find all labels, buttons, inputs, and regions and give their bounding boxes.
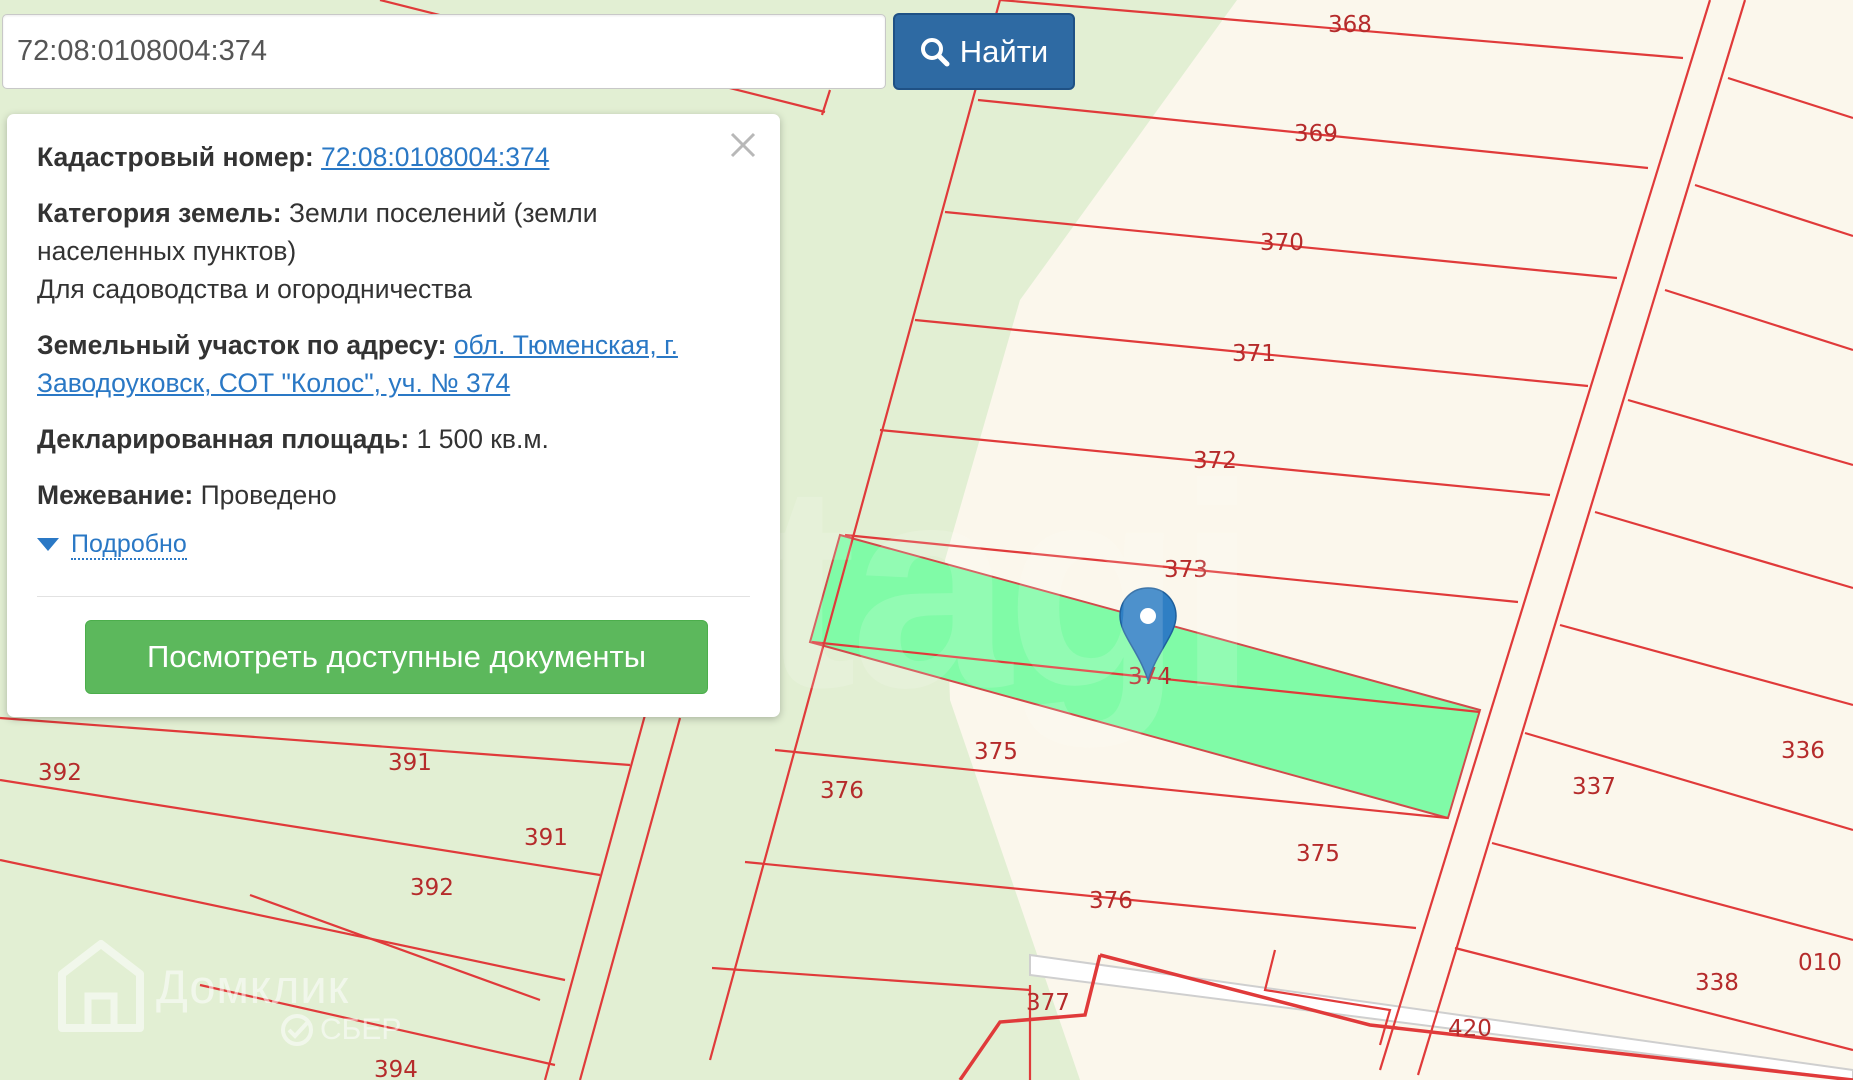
address-link[interactable]: обл. Тюменская, г. bbox=[454, 330, 678, 360]
parcel-info-panel: Кадастровый номер: 72:08:0108004:374 Кат… bbox=[7, 114, 780, 717]
search-button-label: Найти bbox=[959, 33, 1049, 69]
parcel-label: 377 bbox=[1026, 990, 1070, 1016]
land-use: Для садоводства и огородничества bbox=[37, 274, 472, 304]
parcel-label: 391 bbox=[388, 750, 432, 776]
area-row: Декларированная площадь: 1 500 кв.м. bbox=[37, 420, 750, 458]
sber-logo-icon bbox=[281, 1014, 313, 1046]
parcel-label: 368 bbox=[1328, 12, 1372, 38]
parcel-label: 394 bbox=[374, 1057, 418, 1080]
more-details-label: Подробно bbox=[71, 530, 187, 560]
cadastral-number-link[interactable]: 72:08:0108004:374 bbox=[321, 142, 549, 172]
address-label: Земельный участок по адресу: bbox=[37, 330, 447, 360]
parcel-label: 010 bbox=[1798, 950, 1842, 976]
house-logo-icon bbox=[58, 940, 144, 1032]
survey-row: Межевание: Проведено bbox=[37, 476, 750, 514]
parcel-label: 392 bbox=[410, 875, 454, 901]
more-details-link[interactable]: Подробно bbox=[37, 530, 187, 560]
land-category-row: Категория земель: Земли поселений (земли… bbox=[37, 194, 750, 308]
parcel-label: 392 bbox=[38, 760, 82, 786]
parcel-label: 391 bbox=[524, 825, 568, 851]
area-value: 1 500 кв.м. bbox=[416, 424, 549, 454]
land-category-value: Земли поселений (земли bbox=[289, 198, 598, 228]
search-icon bbox=[920, 37, 950, 66]
parcel-label: 370 bbox=[1260, 230, 1304, 256]
survey-label: Межевание: bbox=[37, 480, 194, 510]
cadastral-number-label: Кадастровый номер: bbox=[37, 142, 314, 172]
divider bbox=[37, 596, 750, 597]
sber-watermark: СБЕР bbox=[280, 1013, 401, 1047]
land-category-value-cont: населенных пунктов) bbox=[37, 236, 297, 266]
parcel-label: 369 bbox=[1294, 121, 1338, 147]
parcel-label: 376 bbox=[820, 778, 864, 804]
address-row: Земельный участок по адресу: обл. Тюменс… bbox=[37, 326, 750, 402]
land-category-label: Категория земель: bbox=[37, 198, 282, 228]
watermark-faint: tagi bbox=[760, 424, 1258, 748]
view-documents-button[interactable]: Посмотреть доступные документы bbox=[85, 620, 708, 694]
address-link-cont[interactable]: Заводоуковск, СОТ "Колос", уч. № 374 bbox=[37, 368, 510, 398]
search-input[interactable] bbox=[2, 14, 886, 89]
parcel-label: 375 bbox=[1296, 841, 1340, 867]
parcel-label: 371 bbox=[1232, 341, 1276, 367]
domclick-wordmark: Домклик bbox=[156, 959, 350, 1013]
parcel-label: 336 bbox=[1781, 738, 1825, 764]
cadastral-number-row: Кадастровый номер: 72:08:0108004:374 bbox=[37, 138, 750, 176]
parcel-label: 337 bbox=[1572, 774, 1616, 800]
area-label: Декларированная площадь: bbox=[37, 424, 410, 454]
survey-value: Проведено bbox=[200, 480, 337, 510]
parcel-label: 420 bbox=[1448, 1016, 1492, 1042]
caret-down-icon bbox=[37, 538, 59, 551]
search-button[interactable]: Найти bbox=[893, 13, 1075, 90]
sber-wordmark: СБЕР bbox=[320, 1013, 402, 1046]
parcel-label: 376 bbox=[1089, 888, 1133, 914]
parcel-label: 338 bbox=[1695, 970, 1739, 996]
